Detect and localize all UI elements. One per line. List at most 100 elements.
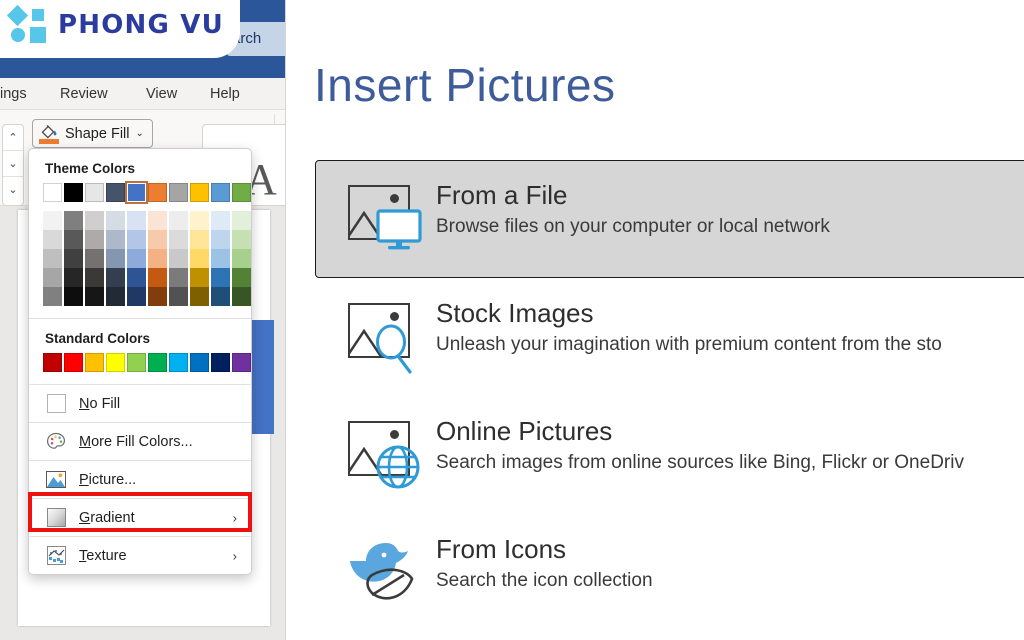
- theme-variant-swatch[interactable]: [64, 230, 83, 249]
- theme-variant-swatch[interactable]: [64, 268, 83, 287]
- theme-variant-swatch[interactable]: [85, 287, 104, 306]
- theme-variant-swatch[interactable]: [64, 249, 83, 268]
- scroll-down-icon[interactable]: ⌄: [3, 151, 23, 177]
- theme-variant-swatch[interactable]: [85, 211, 104, 230]
- ribbon-tab-mailings[interactable]: ings: [0, 78, 33, 110]
- standard-colors-row[interactable]: [29, 353, 251, 384]
- theme-variant-swatch[interactable]: [106, 268, 125, 287]
- theme-swatch-orange-accent-2[interactable]: [148, 183, 167, 202]
- theme-variant-swatch[interactable]: [232, 230, 251, 249]
- standard-swatch-dark-red[interactable]: [43, 353, 62, 372]
- theme-variant-swatch[interactable]: [64, 287, 83, 306]
- standard-swatch-light-green[interactable]: [127, 353, 146, 372]
- chevron-down-icon[interactable]: ⌄: [135, 128, 143, 139]
- theme-variant-swatch[interactable]: [127, 211, 146, 230]
- theme-variant-swatch[interactable]: [190, 287, 209, 306]
- theme-swatch-gray-accent-3[interactable]: [169, 183, 188, 202]
- option-stock-images[interactable]: Stock Images Unleash your imagination wi…: [315, 278, 1024, 396]
- menu-item-no-fill[interactable]: No Fill: [29, 385, 251, 422]
- theme-swatch-green-accent-6[interactable]: [232, 183, 251, 202]
- menu-item-picture[interactable]: Picture...: [29, 461, 251, 498]
- theme-variant-swatch[interactable]: [211, 211, 230, 230]
- theme-variant-column-2[interactable]: [85, 211, 104, 306]
- theme-variant-swatch[interactable]: [190, 268, 209, 287]
- theme-variant-column-5[interactable]: [148, 211, 167, 306]
- theme-variant-swatch[interactable]: [106, 230, 125, 249]
- theme-variant-swatch[interactable]: [190, 230, 209, 249]
- theme-variant-swatch[interactable]: [232, 211, 251, 230]
- ribbon-tab-view[interactable]: View: [140, 78, 183, 110]
- theme-variant-swatch[interactable]: [169, 249, 188, 268]
- theme-swatch-blue-accent-5[interactable]: [211, 183, 230, 202]
- theme-variant-swatch[interactable]: [43, 287, 62, 306]
- theme-variant-column-7[interactable]: [190, 211, 209, 306]
- theme-variant-swatch[interactable]: [148, 287, 167, 306]
- theme-variant-column-1[interactable]: [64, 211, 83, 306]
- scroll-up-icon[interactable]: ⌃: [3, 125, 23, 151]
- menu-item-gradient[interactable]: Gradient ›: [29, 499, 251, 536]
- theme-variant-swatch[interactable]: [169, 230, 188, 249]
- ribbon-tab-review[interactable]: Review: [54, 78, 114, 110]
- standard-swatch-dark-blue[interactable]: [211, 353, 230, 372]
- theme-variant-swatch[interactable]: [232, 287, 251, 306]
- chevron-right-icon[interactable]: ›: [233, 548, 237, 563]
- standard-swatch-light-blue[interactable]: [169, 353, 188, 372]
- standard-swatch-red[interactable]: [64, 353, 83, 372]
- theme-variant-swatch[interactable]: [232, 268, 251, 287]
- theme-variant-swatch[interactable]: [43, 268, 62, 287]
- theme-swatch-dark-blue-text-2[interactable]: [106, 183, 125, 202]
- theme-swatch-blue-accent-1[interactable]: [125, 181, 148, 204]
- theme-variant-column-3[interactable]: [106, 211, 125, 306]
- option-from-icons[interactable]: From Icons Search the icon collection: [315, 514, 1024, 632]
- theme-swatch-white-background-1[interactable]: [43, 183, 62, 202]
- theme-swatch-gold-accent-4[interactable]: [190, 183, 209, 202]
- standard-swatch-yellow[interactable]: [106, 353, 125, 372]
- theme-variant-swatch[interactable]: [85, 230, 104, 249]
- theme-variant-swatch[interactable]: [211, 249, 230, 268]
- ribbon-tab-help[interactable]: Help: [204, 78, 246, 110]
- theme-variant-swatch[interactable]: [148, 268, 167, 287]
- theme-swatch-black-text-1[interactable]: [64, 183, 83, 202]
- theme-variant-swatch[interactable]: [106, 211, 125, 230]
- theme-variant-swatch[interactable]: [190, 249, 209, 268]
- shape-fill-button[interactable]: Shape Fill ⌄: [32, 119, 153, 148]
- chevron-right-icon[interactable]: ›: [233, 510, 237, 525]
- theme-swatch-light-gray-background-2[interactable]: [85, 183, 104, 202]
- theme-variant-swatch[interactable]: [190, 211, 209, 230]
- theme-variant-swatch[interactable]: [127, 249, 146, 268]
- theme-variant-column-4[interactable]: [127, 211, 146, 306]
- menu-item-more-fill-colors[interactable]: More Fill Colors...: [29, 423, 251, 460]
- option-from-a-file[interactable]: From a File Browse files on your compute…: [315, 160, 1024, 278]
- theme-variant-swatch[interactable]: [43, 230, 62, 249]
- standard-swatch-blue[interactable]: [190, 353, 209, 372]
- theme-color-variants-grid[interactable]: [29, 202, 251, 318]
- theme-colors-row[interactable]: [29, 181, 251, 204]
- theme-variant-swatch[interactable]: [85, 268, 104, 287]
- gallery-scroll-spinners[interactable]: ⌃ ⌄ ⌄: [2, 124, 24, 206]
- menu-item-texture[interactable]: Texture ›: [29, 537, 251, 574]
- theme-variant-column-8[interactable]: [211, 211, 230, 306]
- standard-swatch-green[interactable]: [148, 353, 167, 372]
- theme-variant-swatch[interactable]: [211, 268, 230, 287]
- theme-variant-swatch[interactable]: [127, 268, 146, 287]
- theme-variant-swatch[interactable]: [232, 249, 251, 268]
- theme-variant-swatch[interactable]: [85, 249, 104, 268]
- standard-swatch-orange[interactable]: [85, 353, 104, 372]
- theme-variant-swatch[interactable]: [148, 249, 167, 268]
- theme-variant-swatch[interactable]: [127, 230, 146, 249]
- theme-variant-swatch[interactable]: [211, 230, 230, 249]
- theme-variant-swatch[interactable]: [106, 249, 125, 268]
- theme-variant-column-6[interactable]: [169, 211, 188, 306]
- theme-variant-swatch[interactable]: [169, 268, 188, 287]
- theme-variant-swatch[interactable]: [43, 249, 62, 268]
- theme-variant-swatch[interactable]: [43, 211, 62, 230]
- theme-variant-column-0[interactable]: [43, 211, 62, 306]
- theme-variant-swatch[interactable]: [127, 287, 146, 306]
- theme-variant-column-9[interactable]: [232, 211, 251, 306]
- more-options-icon[interactable]: ⌄: [3, 177, 23, 203]
- theme-variant-swatch[interactable]: [211, 287, 230, 306]
- standard-swatch-purple[interactable]: [232, 353, 251, 372]
- theme-variant-swatch[interactable]: [148, 230, 167, 249]
- theme-variant-swatch[interactable]: [64, 211, 83, 230]
- theme-variant-swatch[interactable]: [169, 287, 188, 306]
